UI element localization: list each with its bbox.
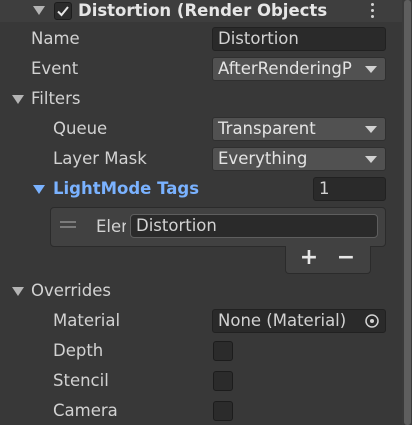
filters-foldout[interactable]: Filters [31,88,80,110]
stencil-label: Stencil [53,371,109,390]
object-picker-icon[interactable] [364,313,380,329]
lightmode-tags-foldout[interactable]: LightMode Tags [53,178,199,200]
layer-mask-label: Layer Mask [53,149,147,168]
camera-label: Camera [53,401,118,420]
add-element-button[interactable]: + [299,247,319,269]
event-dropdown[interactable]: AfterRenderingP [212,57,386,81]
material-field[interactable]: None (Material) [212,309,386,333]
event-label: Event [31,59,79,78]
remove-element-button[interactable]: − [336,247,356,269]
triangle-down-icon[interactable] [33,6,45,15]
kebab-menu-icon[interactable] [369,3,377,19]
chevron-down-icon [365,126,377,133]
material-value: None (Material) [218,311,347,330]
event-value: AfterRenderingP [218,59,352,78]
chevron-down-icon [365,66,377,73]
depth-checkbox[interactable] [213,341,233,361]
drag-handle-icon[interactable] [60,221,76,229]
chevron-down-icon [365,156,377,163]
lightmode-tags-count[interactable]: 1 [313,177,386,201]
queue-dropdown[interactable]: Transparent [212,117,386,141]
triangle-down-icon[interactable] [12,287,24,296]
name-label: Name [31,29,80,48]
queue-label: Queue [53,119,108,138]
layer-mask-value: Everything [218,149,308,168]
overrides-foldout[interactable]: Overrides [31,280,111,302]
enabled-checkbox[interactable] [54,2,72,20]
list-footer [285,246,371,274]
checkmark-icon [57,6,69,17]
material-label: Material [53,311,121,330]
element-label: Eler [96,217,126,236]
depth-label: Depth [53,341,104,360]
stencil-checkbox[interactable] [213,371,233,391]
camera-checkbox[interactable] [213,401,233,421]
name-field[interactable]: Distortion [212,27,386,51]
triangle-down-icon[interactable] [33,185,45,194]
element-value-field[interactable]: Distortion [130,214,378,238]
triangle-down-icon[interactable] [12,95,24,104]
scrollbar-thumb[interactable] [404,0,411,425]
layer-mask-dropdown[interactable]: Everything [212,147,386,171]
queue-value: Transparent [218,119,316,138]
component-title: Distortion (Render Objects [78,1,328,20]
